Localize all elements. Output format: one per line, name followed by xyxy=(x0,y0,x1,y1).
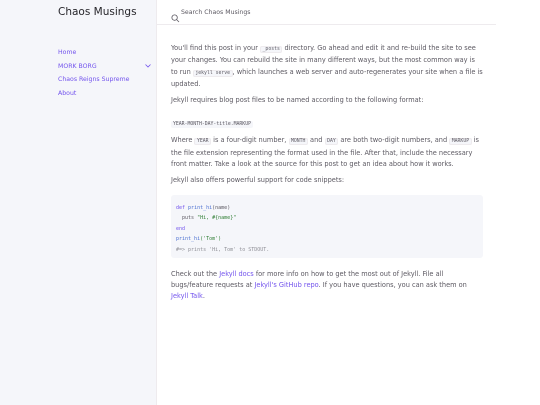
inline-code-posts: _posts xyxy=(260,46,283,53)
code-string: ('Tom') xyxy=(200,236,222,243)
main-content: You'll find this post in your _posts dir… xyxy=(171,43,483,303)
text: are both two-digit numbers, and xyxy=(338,136,450,145)
code-keyword: end xyxy=(176,225,186,232)
inline-code-day: DAY xyxy=(324,138,339,146)
code-text: (name) xyxy=(212,204,231,211)
search-input[interactable] xyxy=(181,6,431,19)
nav-item-label: MORK BORG xyxy=(58,62,97,70)
code-keyword: def xyxy=(176,204,186,211)
code-line: puts "Hi, #{name}" xyxy=(176,213,478,224)
code-line: end xyxy=(176,224,478,235)
search-bar xyxy=(157,0,496,25)
code-string: "Hi, #{name}" xyxy=(197,215,237,222)
jekyll-docs-link[interactable]: Jekyll docs xyxy=(219,270,254,278)
format-code: YEAR-MONTH-DAY-title.MARKUP xyxy=(171,110,483,129)
links-paragraph: Check out the Jekyll docs for more info … xyxy=(171,269,483,303)
format-explanation-paragraph: Where YEAR is a four-digit number, MONTH… xyxy=(171,135,483,170)
inline-code-jekyll-serve: jekyll serve xyxy=(192,69,233,77)
text: and xyxy=(307,136,325,145)
inline-code-year: YEAR xyxy=(194,138,212,146)
sidebar: Chaos Musings Home MORK BORG Chaos Reign… xyxy=(0,0,157,405)
nav-item-about[interactable]: About xyxy=(58,87,154,101)
snippets-paragraph: Jekyll also offers powerful support for … xyxy=(171,176,345,185)
intro-paragraph: You'll find this post in your _posts dir… xyxy=(171,43,483,90)
text: is a four-digit number, xyxy=(211,136,289,145)
text: . xyxy=(202,292,205,301)
search-icon xyxy=(171,8,180,23)
chevron-down-icon[interactable] xyxy=(144,60,152,74)
nav-item-label: Chaos Reigns Supreme xyxy=(58,76,130,83)
site-title[interactable]: Chaos Musings xyxy=(58,6,137,18)
nav-item-mork-borg[interactable]: MORK BORG xyxy=(58,60,154,74)
nav-item-home[interactable]: Home xyxy=(58,46,154,60)
nav-item-chaos-reigns-supreme[interactable]: Chaos Reigns Supreme xyxy=(58,73,154,87)
code-block: def print_hi(name) puts "Hi, #{name}" en… xyxy=(171,194,483,258)
inline-code-month: MONTH xyxy=(288,138,308,146)
text: Where xyxy=(171,136,195,145)
code-comment: #=> prints 'Hi, Tom' to STDOUT. xyxy=(176,246,270,253)
code-text: puts xyxy=(176,215,198,222)
code-function: print_hi xyxy=(176,236,201,243)
text: Check out the xyxy=(171,269,220,278)
code-line: print_hi('Tom') xyxy=(176,234,478,245)
inline-code-markup: MARKUP xyxy=(449,138,472,146)
nav-item-label: Home xyxy=(58,49,77,56)
code-function: print_hi xyxy=(188,204,213,211)
jekyll-talk-link[interactable]: Jekyll Talk xyxy=(171,292,203,300)
code-line: def print_hi(name) xyxy=(176,203,478,214)
naming-paragraph: Jekyll requires blog post files to be na… xyxy=(171,96,424,105)
jekyll-github-link[interactable]: Jekyll's GitHub repo xyxy=(254,281,318,289)
nav-item-label: About xyxy=(58,89,77,97)
text: . If you have questions, you can ask the… xyxy=(318,280,467,289)
sidebar-nav: Home MORK BORG Chaos Reigns Supreme Abou… xyxy=(58,46,154,100)
code-line: #=> prints 'Hi, Tom' to STDOUT. xyxy=(176,245,478,256)
format-code-text: YEAR-MONTH-DAY-title.MARKUP xyxy=(171,121,253,129)
text: You'll find this post in your xyxy=(171,44,261,52)
